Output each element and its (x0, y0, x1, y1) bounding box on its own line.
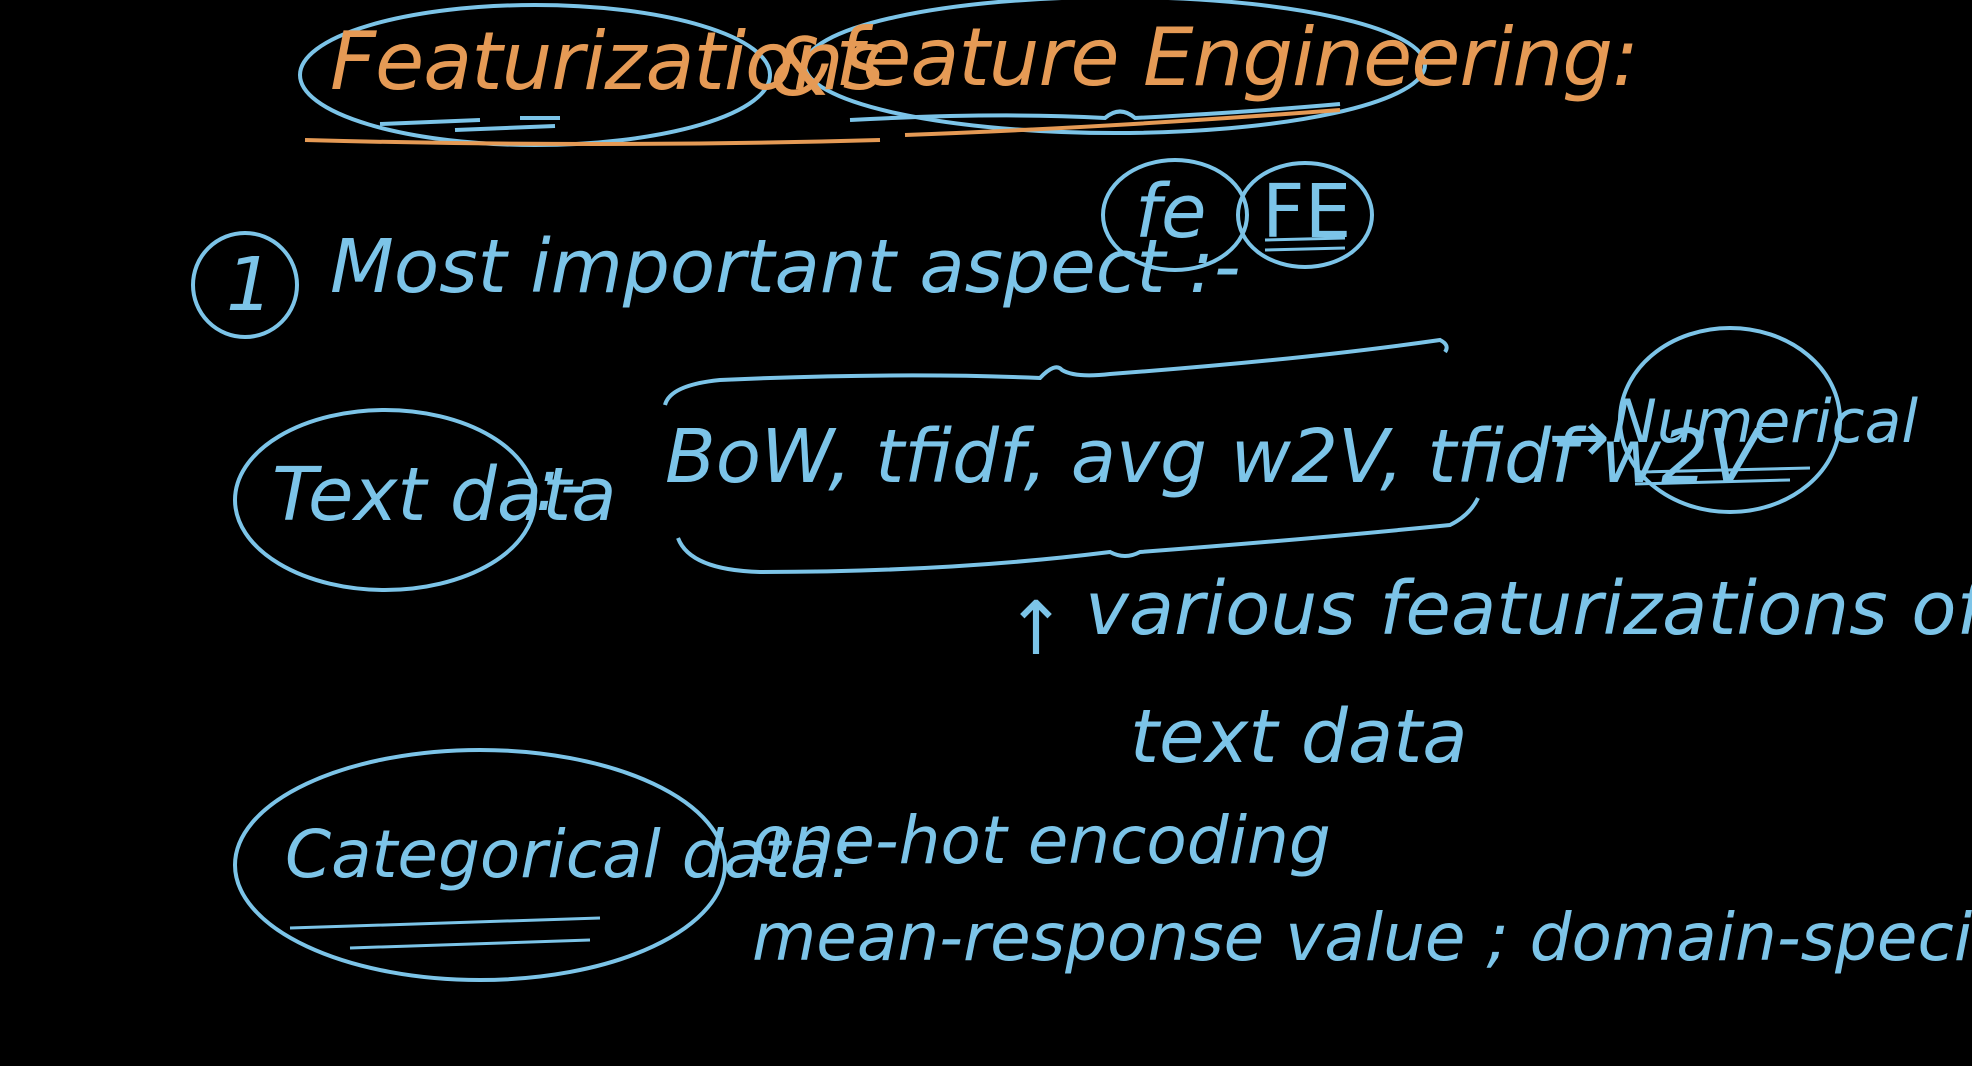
title-underline-blue (379, 116, 560, 132)
numerical-label: Numerical (1612, 387, 1919, 457)
title-feature-engineering: feature Engineering: (835, 11, 1639, 104)
fe-lower-label: fe (1135, 169, 1207, 255)
note-line1: various featurizations of (1085, 566, 1972, 652)
categorical-line1: one-hot encoding (752, 802, 1331, 879)
categorical-line2: mean-response value ; domain-specific (752, 899, 1972, 976)
to-numerical-arrow: → (1548, 394, 1611, 480)
text-data-sep: :- (535, 442, 587, 528)
note-up-arrow: ↑ (1005, 586, 1068, 672)
point1-number: 1 (226, 242, 274, 328)
whiteboard: Featurizations & feature Engineering: 1 … (0, 0, 1972, 1066)
categorical-underline (289, 916, 601, 950)
title-brace (849, 102, 1341, 122)
note-line2: text data (1130, 694, 1468, 780)
fe-upper-label: FE (1262, 169, 1352, 255)
methods-bottom-brace (676, 497, 1480, 575)
methods-top-brace (663, 337, 1449, 406)
title-ampersand: & (770, 21, 832, 114)
point1-text: Most important aspect :- (330, 224, 1241, 310)
